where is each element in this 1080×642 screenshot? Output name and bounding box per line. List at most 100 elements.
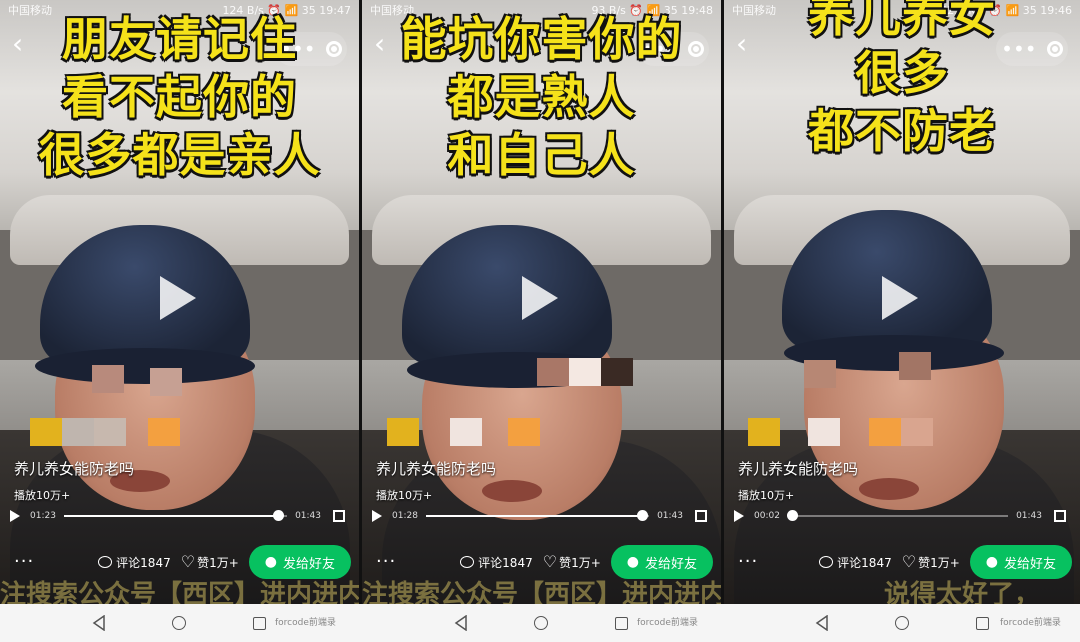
bottom-subtitle: 注搜索公众号【西区】进内进内部群，看更多有趣视频） bbox=[0, 580, 359, 604]
progress-slider[interactable] bbox=[425, 510, 650, 521]
wechat-icon: ● bbox=[264, 554, 277, 570]
privacy-blur bbox=[804, 360, 836, 388]
player-controls: 00:02 01:43 bbox=[734, 506, 1066, 526]
nav-recent-icon[interactable] bbox=[615, 604, 628, 642]
more-dots-icon[interactable]: ··· bbox=[14, 553, 34, 571]
like-button[interactable]: ♡ 赞1万+ bbox=[181, 554, 239, 571]
heart-icon: ♡ bbox=[901, 552, 917, 571]
like-button[interactable]: ♡ 赞1万+ bbox=[902, 554, 960, 571]
progress-knob[interactable] bbox=[273, 510, 285, 521]
play-icon[interactable] bbox=[10, 510, 20, 522]
watermark: forcode前端录 bbox=[275, 618, 336, 628]
video-panel-3[interactable]: 中国移动 52.2 K/s ⏰ 📶 35 19:46 ‹ ••• 养儿养女 很多… bbox=[724, 0, 1080, 604]
privacy-blur bbox=[899, 352, 931, 380]
like-button[interactable]: ♡ 赞1万+ bbox=[543, 554, 601, 571]
nav-recent-icon[interactable] bbox=[976, 604, 989, 642]
caption-line: 看不起你的 bbox=[62, 70, 297, 124]
more-dots-icon[interactable]: ··· bbox=[376, 553, 396, 571]
cap bbox=[40, 225, 250, 365]
video-panel-2[interactable]: 中国移动 93 B/s ⏰ 📶 35 19:48 ‹ ••• 能坑你害你的 都是… bbox=[362, 0, 721, 604]
more-dots-icon[interactable]: ··· bbox=[738, 553, 758, 571]
privacy-blur bbox=[450, 418, 482, 446]
caption-line: 都是熟人 bbox=[447, 70, 636, 124]
caption-line: 都不防老 bbox=[808, 104, 996, 158]
current-time: 01:28 bbox=[392, 511, 418, 521]
duration: 01:43 bbox=[295, 511, 321, 521]
nav-back-icon[interactable] bbox=[454, 604, 468, 642]
video-panels: 中国移动 124 B/s ⏰ 📶 35 19:47 ‹ ••• 朋友请记住 看不… bbox=[0, 0, 1080, 604]
caption-line: 很多都是亲人 bbox=[38, 128, 321, 182]
privacy-blur bbox=[150, 368, 182, 396]
video-title: 养儿养女能防老吗 bbox=[738, 460, 859, 478]
progress-slider[interactable] bbox=[63, 510, 288, 521]
play-icon[interactable] bbox=[372, 510, 382, 522]
bottom-subtitle: 注搜索公众号【西区】进内进内部群，看更多有趣视频） bbox=[362, 580, 721, 604]
like-count: 赞1万+ bbox=[918, 555, 960, 570]
play-count: 播放10万+ bbox=[738, 489, 795, 502]
play-icon[interactable] bbox=[882, 276, 918, 320]
like-count: 赞1万+ bbox=[559, 555, 601, 570]
play-icon[interactable] bbox=[159, 276, 196, 320]
watermark: forcode前端录 bbox=[637, 618, 698, 628]
caption-line: 和自己人 bbox=[447, 128, 636, 182]
play-count: 播放10万+ bbox=[376, 489, 433, 502]
overlay-caption: 能坑你害你的 都是熟人 和自己人 bbox=[362, 10, 721, 184]
comment-button[interactable]: 评论1847 bbox=[460, 554, 533, 571]
comment-icon bbox=[460, 556, 475, 568]
video-title: 养儿养女能防老吗 bbox=[376, 460, 497, 478]
play-icon[interactable] bbox=[521, 276, 558, 320]
overlay-caption: 朋友请记住 看不起你的 很多都是亲人 bbox=[0, 10, 359, 184]
progress-knob[interactable] bbox=[637, 510, 649, 521]
privacy-blur bbox=[94, 418, 126, 446]
privacy-blur bbox=[387, 418, 419, 446]
caption-line: 朋友请记住 bbox=[62, 12, 297, 66]
progress-fill bbox=[425, 515, 643, 517]
heart-icon: ♡ bbox=[180, 552, 196, 571]
duration: 01:43 bbox=[657, 511, 683, 521]
privacy-blur bbox=[508, 418, 540, 446]
heart-icon: ♡ bbox=[542, 552, 558, 571]
privacy-blur bbox=[601, 358, 633, 386]
wechat-icon: ● bbox=[626, 554, 639, 570]
caption-line: 能坑你害你的 bbox=[400, 12, 683, 66]
player-controls: 01:28 01:43 bbox=[372, 506, 707, 526]
comment-button[interactable]: 评论1847 bbox=[98, 554, 171, 571]
comment-icon bbox=[98, 556, 113, 568]
wechat-icon: ● bbox=[985, 554, 998, 570]
play-icon[interactable] bbox=[734, 510, 744, 522]
current-time: 00:02 bbox=[754, 511, 780, 521]
nav-back-icon[interactable] bbox=[92, 604, 106, 642]
privacy-blur bbox=[569, 358, 601, 386]
progress-slider[interactable] bbox=[787, 510, 1009, 521]
mouth bbox=[482, 480, 542, 502]
video-title: 养儿养女能防老吗 bbox=[14, 460, 135, 478]
nav-home-icon[interactable] bbox=[172, 604, 186, 642]
privacy-blur bbox=[148, 418, 180, 446]
share-label: 发给好友 bbox=[644, 556, 697, 572]
comment-icon bbox=[819, 556, 834, 568]
privacy-blur bbox=[808, 418, 840, 446]
share-label: 发给好友 bbox=[1003, 556, 1056, 572]
mouth bbox=[859, 478, 919, 500]
progress-knob[interactable] bbox=[787, 510, 799, 521]
fullscreen-icon[interactable] bbox=[333, 510, 345, 522]
nav-home-icon[interactable] bbox=[895, 604, 909, 642]
fullscreen-icon[interactable] bbox=[1054, 510, 1066, 522]
fullscreen-icon[interactable] bbox=[695, 510, 707, 522]
overlay-caption: 养儿养女 很多 都不防老 bbox=[724, 0, 1080, 160]
like-count: 赞1万+ bbox=[197, 555, 239, 570]
comment-count: 评论1847 bbox=[116, 555, 171, 570]
nav-recent-icon[interactable] bbox=[253, 604, 266, 642]
play-count: 播放10万+ bbox=[14, 489, 71, 502]
nav-home-icon[interactable] bbox=[534, 604, 548, 642]
player-controls: 01:23 01:43 bbox=[10, 506, 345, 526]
comment-button[interactable]: 评论1847 bbox=[819, 554, 892, 571]
privacy-blur bbox=[748, 418, 780, 446]
privacy-blur bbox=[92, 365, 124, 393]
caption-line: 很多 bbox=[855, 46, 949, 100]
nav-back-icon[interactable] bbox=[815, 604, 829, 642]
caption-line: 养儿养女 bbox=[808, 0, 996, 42]
share-label: 发给好友 bbox=[282, 556, 335, 572]
video-panel-1[interactable]: 中国移动 124 B/s ⏰ 📶 35 19:47 ‹ ••• 朋友请记住 看不… bbox=[0, 0, 359, 604]
privacy-blur bbox=[30, 418, 62, 446]
